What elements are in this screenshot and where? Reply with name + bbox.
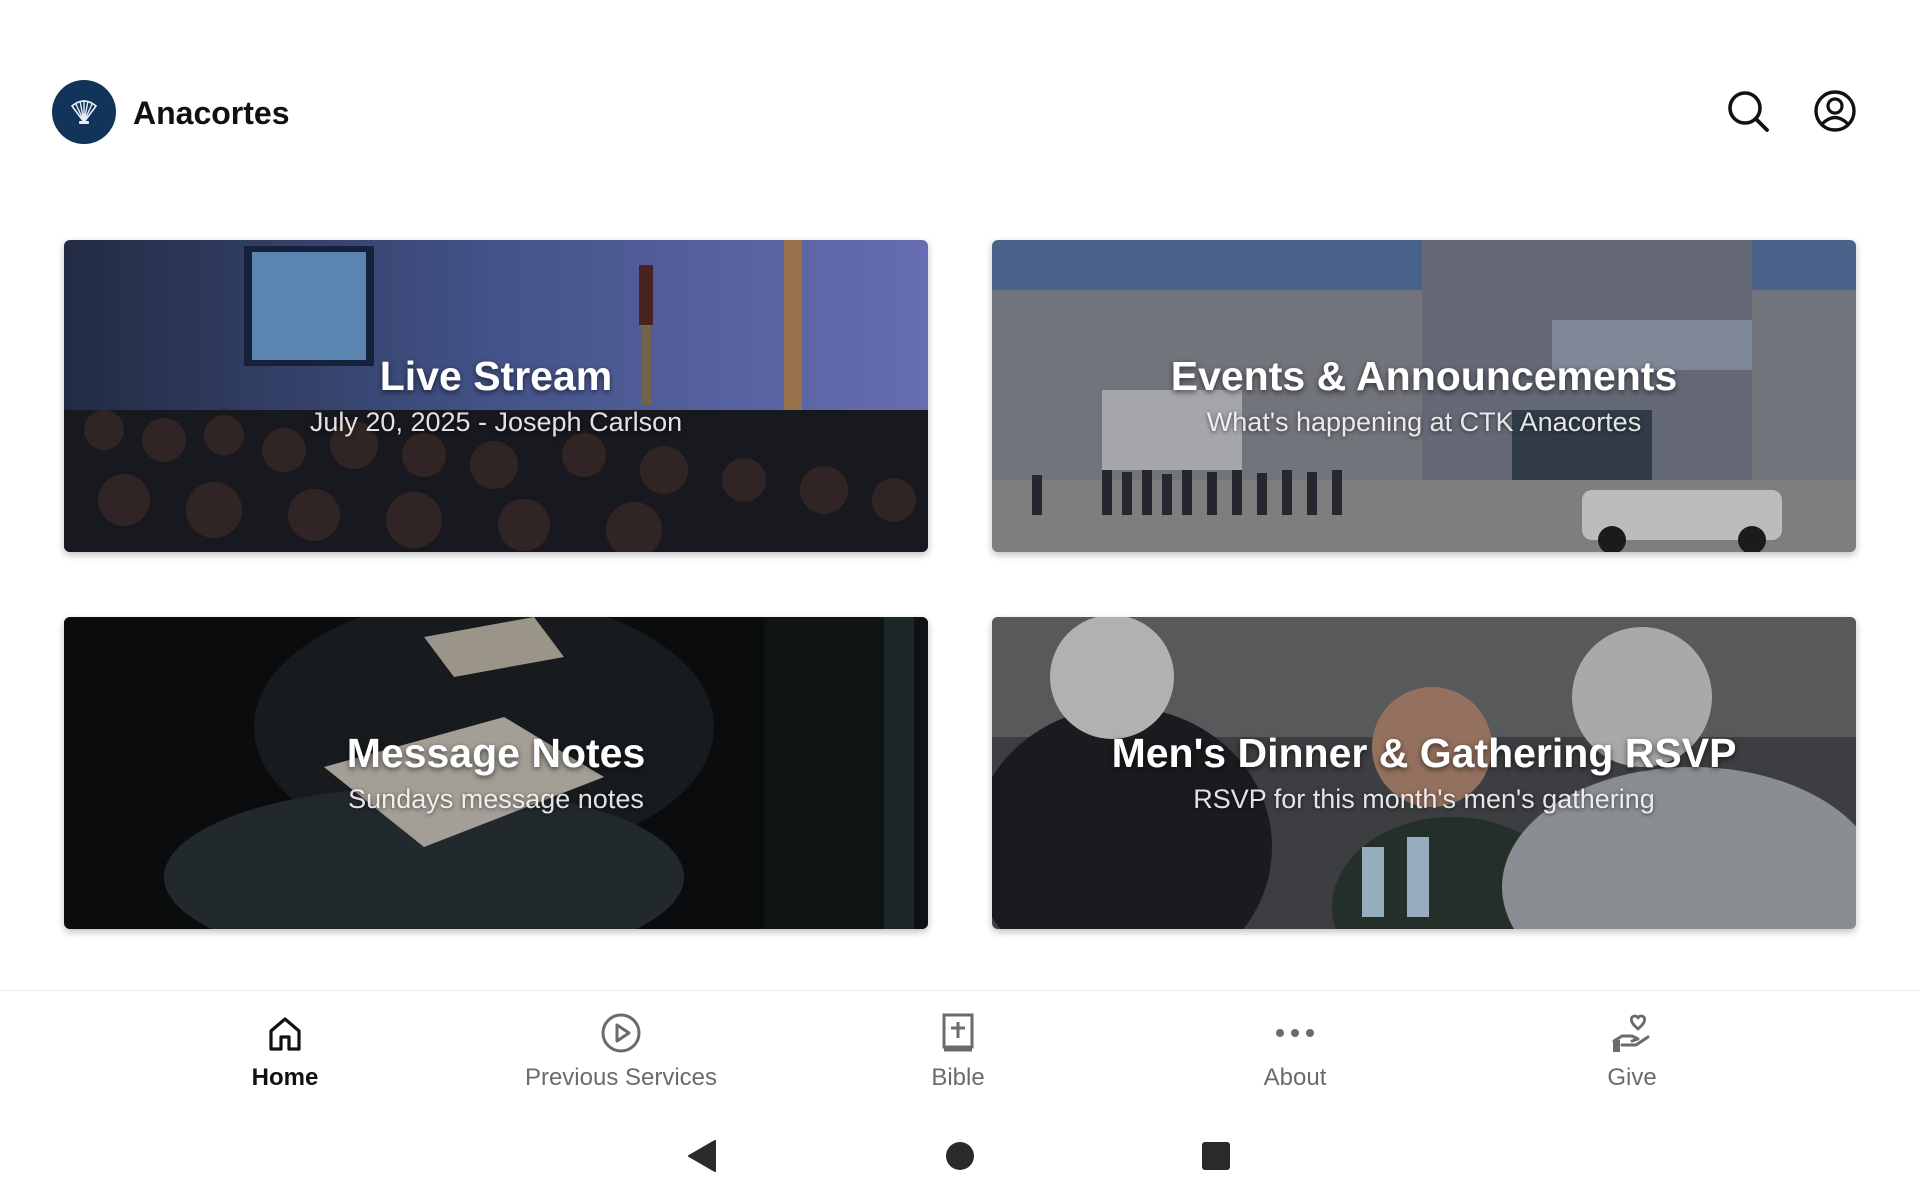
play-circle-icon <box>597 1009 645 1057</box>
nav-label-previous-services: Previous Services <box>524 1064 718 1091</box>
nav-tab-previous-services[interactable]: Previous Services <box>453 991 789 1103</box>
home-icon <box>261 1009 309 1057</box>
search-button[interactable] <box>1723 86 1773 136</box>
events-announcements-card[interactable]: Events & Announcements What's happening … <box>992 240 1856 552</box>
recents-button[interactable] <box>1192 1132 1240 1180</box>
card-subtitle: Sundays message notes <box>348 784 644 814</box>
home-circle-icon <box>946 1142 974 1170</box>
card-title: Message Notes <box>346 730 646 776</box>
card-title: Live Stream <box>379 353 613 399</box>
nav-label-about: About <box>1263 1064 1327 1091</box>
system-home-button[interactable] <box>936 1132 984 1180</box>
nav-label-give: Give <box>1607 1064 1657 1091</box>
card-title: Men's Dinner & Gathering RSVP <box>1111 730 1737 776</box>
more-horizontal-icon <box>1271 1009 1319 1057</box>
bible-icon <box>934 1009 982 1057</box>
nav-tab-bible[interactable]: Bible <box>790 991 1126 1103</box>
search-icon <box>1728 91 1769 132</box>
back-button[interactable] <box>678 1132 726 1180</box>
card-subtitle: July 20, 2025 - Joseph Carlson <box>309 407 683 437</box>
card-text: Men's Dinner & Gathering RSVP RSVP for t… <box>992 729 1856 817</box>
nav-tab-about[interactable]: About <box>1127 991 1463 1103</box>
account-button[interactable] <box>1810 86 1860 136</box>
card-text: Live Stream July 20, 2025 - Joseph Carls… <box>64 352 928 440</box>
recents-square-icon <box>1202 1142 1230 1170</box>
nav-label-home: Home <box>251 1064 319 1091</box>
nav-tab-home[interactable]: Home <box>117 991 453 1103</box>
church-name: Anacortes <box>133 95 290 131</box>
app-header: Anacortes <box>0 0 1920 190</box>
live-stream-card[interactable]: Live Stream July 20, 2025 - Joseph Carls… <box>64 240 928 552</box>
system-navigation-bar <box>0 1110 1920 1200</box>
nav-tab-give[interactable]: Give <box>1464 991 1800 1103</box>
message-notes-card[interactable]: Message Notes Sundays message notes <box>64 617 928 929</box>
card-text: Events & Announcements What's happening … <box>992 352 1856 440</box>
app-root: Anacortes Live Stream July 20, 2025 - Jo… <box>0 0 1920 1200</box>
church-logo[interactable] <box>52 80 116 144</box>
bottom-navigation: Home Previous Services Bible About Give <box>0 990 1920 1103</box>
account-circle-icon <box>1814 90 1856 132</box>
card-subtitle: RSVP for this month's men's gathering <box>1193 784 1655 814</box>
card-title: Events & Announcements <box>1170 353 1678 399</box>
card-text: Message Notes Sundays message notes <box>64 729 928 817</box>
give-hand-heart-icon <box>1608 1009 1656 1057</box>
nav-label-bible: Bible <box>931 1064 985 1091</box>
card-subtitle: What's happening at CTK Anacortes <box>1206 407 1642 437</box>
back-icon <box>688 1140 716 1172</box>
mens-dinner-card[interactable]: Men's Dinner & Gathering RSVP RSVP for t… <box>992 617 1856 929</box>
shell-logo-icon <box>70 100 98 124</box>
